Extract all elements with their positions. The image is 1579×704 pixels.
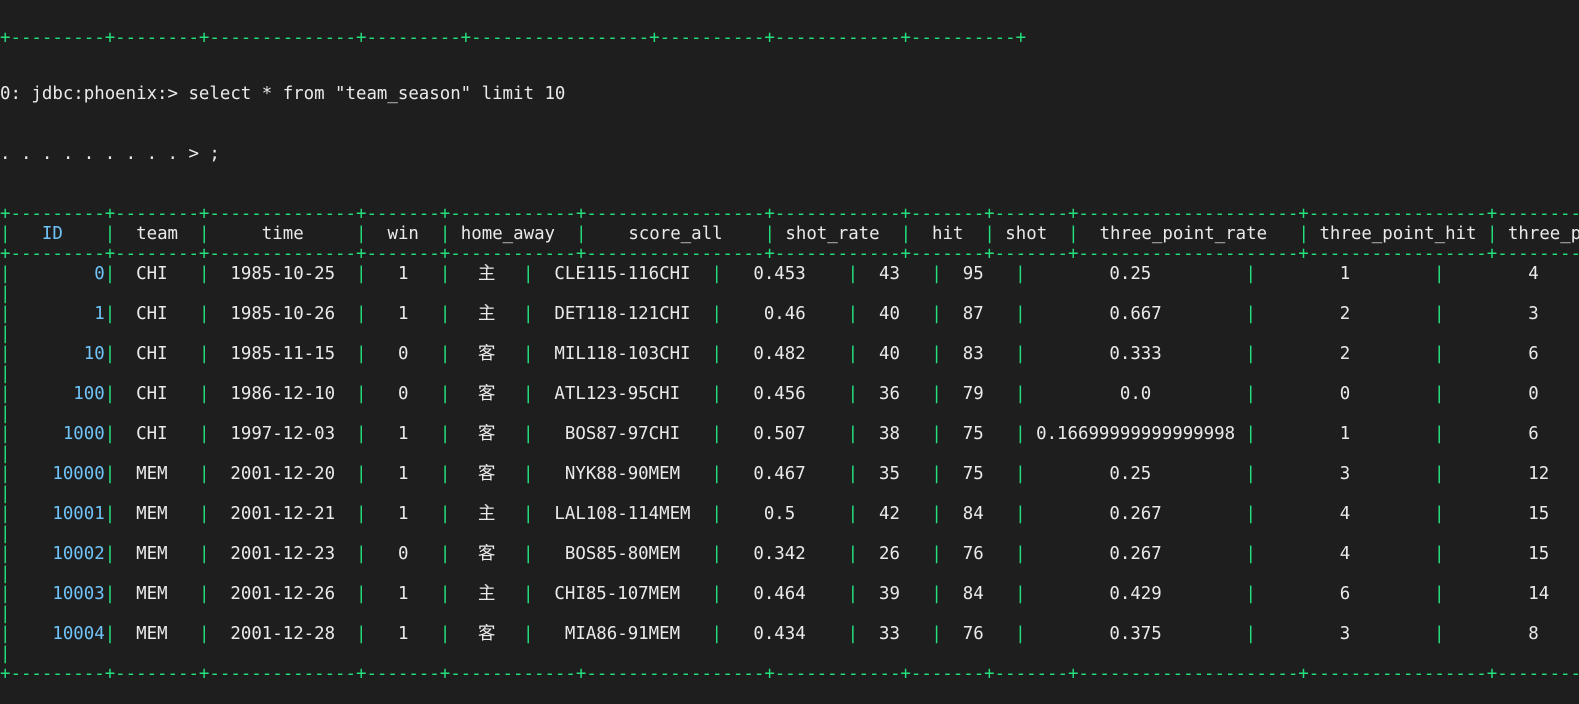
table-row[interactable]: | 10| CHI | 1985-11-15 | 0 | 客 | MIL118-… (0, 344, 1579, 364)
table-row[interactable]: | 10000| MEM | 2001-12-20 | 1 | 客 | NYK8… (0, 464, 1579, 484)
table-row[interactable]: | 10001| MEM | 2001-12-21 | 1 | 主 | LAL1… (0, 504, 1579, 524)
row-spacer: | (0, 404, 11, 424)
sql-prompt-line: 0: jdbc:phoenix:> select * from "team_se… (0, 84, 1579, 104)
row-spacer: | (0, 284, 11, 304)
table-row[interactable]: | 10004| MEM | 2001-12-28 | 1 | 客 | MIA8… (0, 624, 1579, 644)
query-result-table: +---------+--------+--------------+-----… (0, 204, 1579, 684)
row-spacer: | (0, 444, 11, 464)
row-spacer: | (0, 324, 11, 344)
table-row[interactable]: | 0| CHI | 1985-10-25 | 1 | 主 | CLE115-1… (0, 264, 1579, 284)
sql-continuation-line: . . . . . . . . . > ; (0, 144, 1579, 164)
table-row[interactable]: | 10003| MEM | 2001-12-26 | 1 | 主 | CHI8… (0, 584, 1579, 604)
row-spacer: | (0, 484, 11, 504)
header-bottom-rule: +---------+--------+--------------+-----… (0, 244, 1579, 264)
table-row[interactable]: | 1000| CHI | 1997-12-03 | 1 | 客 | BOS87… (0, 424, 1579, 444)
table-header-row: | ID | team | time | win | home_away | s… (0, 224, 1579, 244)
row-spacer: | (0, 564, 11, 584)
terminal-window[interactable]: +---------+--------+--------------+-----… (0, 0, 1579, 684)
top-separator-rule: +---------+--------+--------------+-----… (0, 32, 1027, 44)
table-bottom-rule: +---------+--------+--------------+-----… (0, 664, 1579, 684)
row-spacer: | (0, 604, 11, 624)
sql-continuation-text: . . . . . . . . . > ; (0, 144, 220, 164)
table-row[interactable]: | 1| CHI | 1985-10-26 | 1 | 主 | DET118-1… (0, 304, 1579, 324)
row-spacer: | (0, 644, 11, 664)
row-spacer: | (0, 524, 11, 544)
header-top-rule: +---------+--------+--------------+-----… (0, 204, 1579, 224)
row-spacer: | (0, 364, 11, 384)
sql-prompt-text: 0: jdbc:phoenix:> select * from "team_se… (0, 84, 566, 104)
table-row[interactable]: | 10002| MEM | 2001-12-23 | 0 | 客 | BOS8… (0, 544, 1579, 564)
table-row[interactable]: | 100| CHI | 1986-12-10 | 0 | 客 | ATL123… (0, 384, 1579, 404)
